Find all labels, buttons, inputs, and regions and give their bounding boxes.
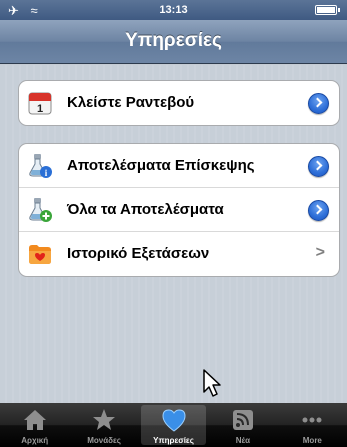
status-time: 13:13 [159,4,188,16]
tab-label: More [302,436,322,445]
heart-icon [162,409,186,432]
star-icon [93,409,116,430]
list-item-label: Όλα τα Αποτελέσματα [67,201,224,218]
tab-bar: Αρχική Μονάδες Υπηρεσίες Νέα More [0,403,347,447]
appointment-group: 1 Κλείστε Ραντεβού [18,80,340,126]
tab-news[interactable]: Νέα [208,403,277,447]
navigation-bar: Υπηρεσίες [0,20,347,64]
tab-services[interactable]: Υπηρεσίες [139,403,208,447]
list-item-visit-results[interactable]: i Αποτελέσματα Επίσκεψης [19,144,339,188]
results-group: i Αποτελέσματα Επίσκεψης Όλα τα Αποτελέσ… [18,143,340,277]
list-item-book-appointment[interactable]: 1 Κλείστε Ραντεβού [19,81,339,125]
flask-add-icon [29,198,52,222]
page-title: Υπηρεσίες [125,30,222,51]
list-item-all-results[interactable]: Όλα τα Αποτελέσματα [19,188,339,232]
list-item-label: Ιστορικό Εξετάσεων [67,245,210,262]
calendar-day: 1 [37,103,43,115]
calendar-icon: 1 [28,92,52,115]
home-icon [23,410,46,430]
tab-label: Αρχική [21,436,49,445]
battery-icon [315,5,337,15]
list-item-label: Κλείστε Ραντεβού [67,94,195,111]
content-area: 1 Κλείστε Ραντεβού i Αποτελέσματα Επίσκε… [0,65,347,403]
app-screen: ✈ ≈ 13:13 Υπηρεσίες 1 Κλείστε Ραντεβού i… [0,0,347,447]
rss-icon [232,410,253,430]
detail-disclosure-button[interactable] [308,156,329,177]
tab-label: Υπηρεσίες [153,436,194,445]
chevron-right-icon: > [315,244,325,261]
tab-units[interactable]: Μονάδες [69,403,138,447]
flask-info-icon: i [29,154,52,178]
tab-label: Νέα [235,436,251,445]
tab-home[interactable]: Αρχική [0,403,69,447]
tab-label: Μονάδες [87,436,121,445]
folder-icon [29,245,51,264]
mouse-cursor-icon [203,369,221,397]
detail-disclosure-button[interactable] [308,200,329,221]
status-bar: ✈ ≈ 13:13 [0,0,347,20]
more-icon [302,417,322,423]
list-item-label: Αποτελέσματα Επίσκεψης [67,157,255,174]
detail-disclosure-button[interactable] [308,93,329,114]
tab-more[interactable]: More [278,403,347,447]
list-item-exam-history[interactable]: Ιστορικό Εξετάσεων > [19,232,339,276]
